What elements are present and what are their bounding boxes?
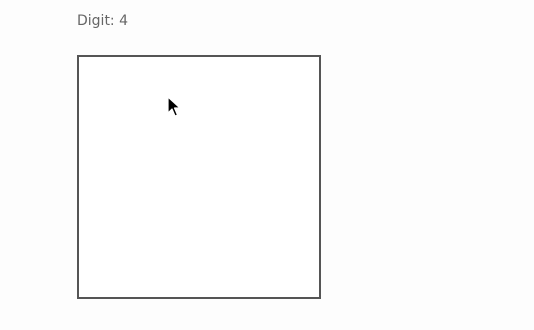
drawing-canvas[interactable] — [77, 55, 321, 299]
digit-label: Digit: 4 — [77, 13, 129, 29]
